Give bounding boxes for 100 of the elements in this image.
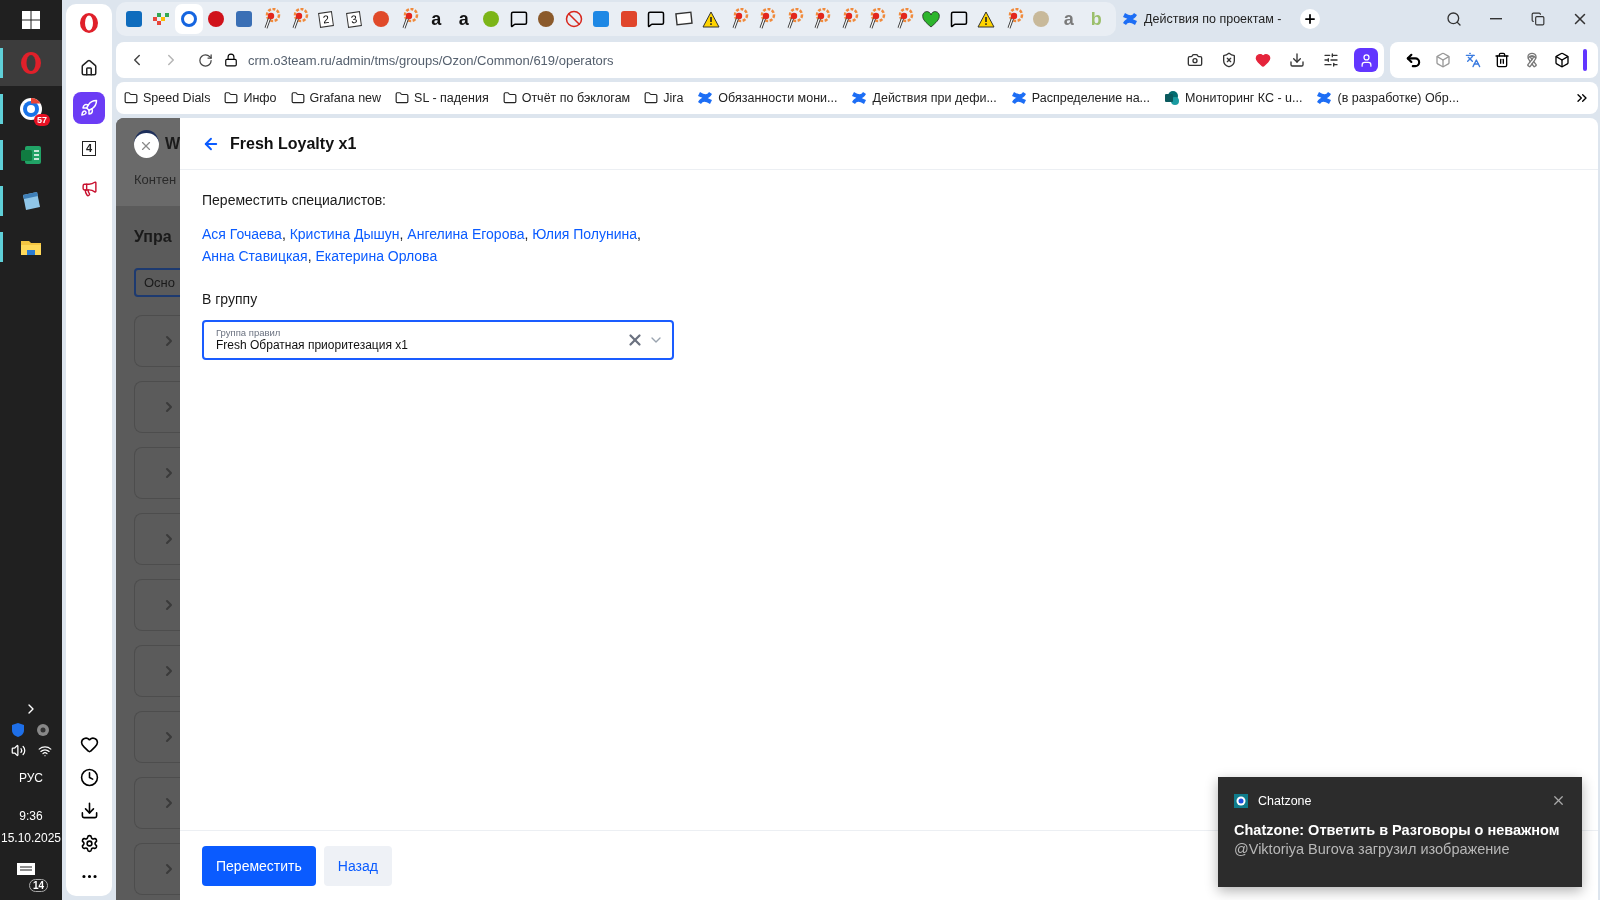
tab-glyph: a [1063, 10, 1074, 28]
megaphone-icon [80, 179, 98, 197]
wifi-icon[interactable] [37, 743, 52, 758]
translate-icon[interactable] [1464, 52, 1481, 68]
download-icon [1289, 52, 1305, 68]
bookmark[interactable]: Speed Dials [124, 91, 211, 105]
notification-body: @Viktoriya Burova загрузил изображение [1234, 841, 1511, 857]
workspace-button[interactable]: 4 [73, 132, 105, 164]
warning-icon [702, 10, 721, 28]
bookmark[interactable]: Отчёт по бэклогам [502, 91, 631, 105]
move-label: Переместить специалистов: [202, 192, 386, 208]
specialist-link[interactable]: Ангелина Егорова [407, 226, 525, 242]
plus-icon [1303, 12, 1317, 26]
language-indicator[interactable]: РУС [19, 770, 43, 786]
windows-start-icon[interactable] [22, 11, 40, 29]
camera-icon [1187, 52, 1203, 68]
confluence-icon [851, 90, 868, 106]
sidebar-edge [1583, 49, 1588, 71]
chat-icon [949, 10, 968, 28]
specialist-link[interactable]: Екатерина Орлова [315, 248, 438, 264]
package-icon[interactable] [1435, 52, 1452, 68]
ban-icon [564, 10, 583, 28]
taskbar-app[interactable] [0, 40, 62, 86]
new-tab-button[interactable] [1300, 9, 1320, 29]
url-field[interactable]: crm.o3team.ru/admin/tms/groups/Ozon/Common/619/operators [248, 52, 614, 68]
chat-app-icon [1234, 793, 1248, 808]
drawer-title: Fresh Loyalty x1 [230, 134, 357, 153]
bookmark[interactable]: SL - падения [395, 91, 489, 105]
specialist-link[interactable]: Ася Гочаева [202, 226, 282, 242]
bookmark[interactable]: Grafana new [290, 91, 382, 105]
home-icon [80, 59, 98, 77]
shield-icon [1221, 52, 1237, 68]
bookmark[interactable]: Распределение на... [1010, 90, 1150, 106]
count-badge: 14 [28, 879, 48, 892]
list-separator: , [637, 226, 641, 242]
folder-icon [124, 91, 138, 105]
bookmark[interactable]: Мониторинг КС - u... [1164, 90, 1303, 106]
heart-icon[interactable] [79, 735, 99, 754]
opera-logo[interactable] [79, 12, 99, 34]
bookmark[interactable]: Jira [644, 91, 684, 105]
user-icon [1358, 52, 1374, 68]
undo-icon[interactable] [1404, 51, 1422, 69]
back-button[interactable]: Назад [323, 845, 392, 886]
profile-button[interactable] [1354, 48, 1378, 72]
bookmark[interactable]: Инфо [224, 91, 277, 105]
confluence-icon [697, 90, 714, 106]
lock-icon [224, 53, 238, 67]
volume-icon[interactable] [10, 743, 26, 758]
tab-glyph: a [458, 10, 469, 28]
clock-time[interactable]: 9:36 [19, 808, 43, 824]
close-icon[interactable] [1551, 793, 1566, 808]
minimize-icon [1490, 18, 1502, 20]
tab-glyph: a [431, 10, 442, 28]
grid-icon [152, 10, 171, 28]
move-button[interactable]: Переместить [202, 845, 316, 886]
restore-icon [1531, 12, 1545, 26]
group-label: В группу [202, 291, 258, 307]
tab-glyph: 2 [318, 10, 335, 28]
bookmark[interactable]: Действия при дефи... [851, 90, 997, 106]
page-heading: Упра [134, 228, 173, 246]
specialist-link[interactable]: Кристина Дышун [289, 226, 400, 242]
history-icon[interactable] [79, 768, 99, 787]
chat-icon [509, 10, 528, 28]
folder-icon [224, 91, 239, 105]
notification-icon[interactable] [16, 862, 36, 878]
group-select[interactable]: Группа правил Fresh Обратная приоритезация x1 [202, 320, 674, 360]
reload-icon [197, 52, 213, 68]
tab-glyph: b [1090, 10, 1102, 28]
confluence-icon [1122, 11, 1138, 27]
shield-icon[interactable] [12, 723, 24, 737]
list-separator: , [281, 226, 286, 242]
app-name: Chatzone [1258, 793, 1313, 808]
specialist-link[interactable]: Анна Ставицкая [202, 248, 308, 264]
spreadsheet-icon[interactable] [19, 143, 43, 167]
page-title: W [164, 135, 180, 153]
close-button[interactable] [134, 130, 159, 158]
bookmark[interactable]: Обязанности мони... [697, 90, 838, 106]
browser-tab[interactable]: Действия по проектам - [1122, 11, 1294, 27]
trash-icon[interactable] [1494, 52, 1511, 68]
bookmark[interactable]: (в разработке) Обр... [1316, 90, 1460, 106]
clear-icon[interactable] [626, 331, 644, 349]
sliders-icon [1323, 52, 1339, 68]
list-separator: , [399, 226, 404, 242]
rocket-button[interactable] [73, 92, 105, 124]
folder-icon [395, 91, 410, 105]
chat-icon [647, 10, 666, 28]
frame-icon [674, 11, 693, 27]
clock-date[interactable]: 15.10.2025 [0, 830, 62, 846]
folder-icon [502, 91, 517, 105]
taskbar-app[interactable]: 57 [0, 86, 62, 132]
warning-icon [977, 10, 996, 28]
disc-icon[interactable] [36, 723, 50, 737]
notification-title: Chatzone: Ответить в Разговоры о неважном [1234, 822, 1561, 838]
ring-icon [179, 10, 198, 28]
cube-icon[interactable] [1553, 52, 1570, 68]
heart-icon [1255, 52, 1271, 68]
download-icon[interactable] [79, 801, 99, 820]
settings-icon[interactable] [79, 834, 99, 853]
confluence-icon [1316, 90, 1333, 106]
sharepoint-icon [1164, 90, 1180, 106]
